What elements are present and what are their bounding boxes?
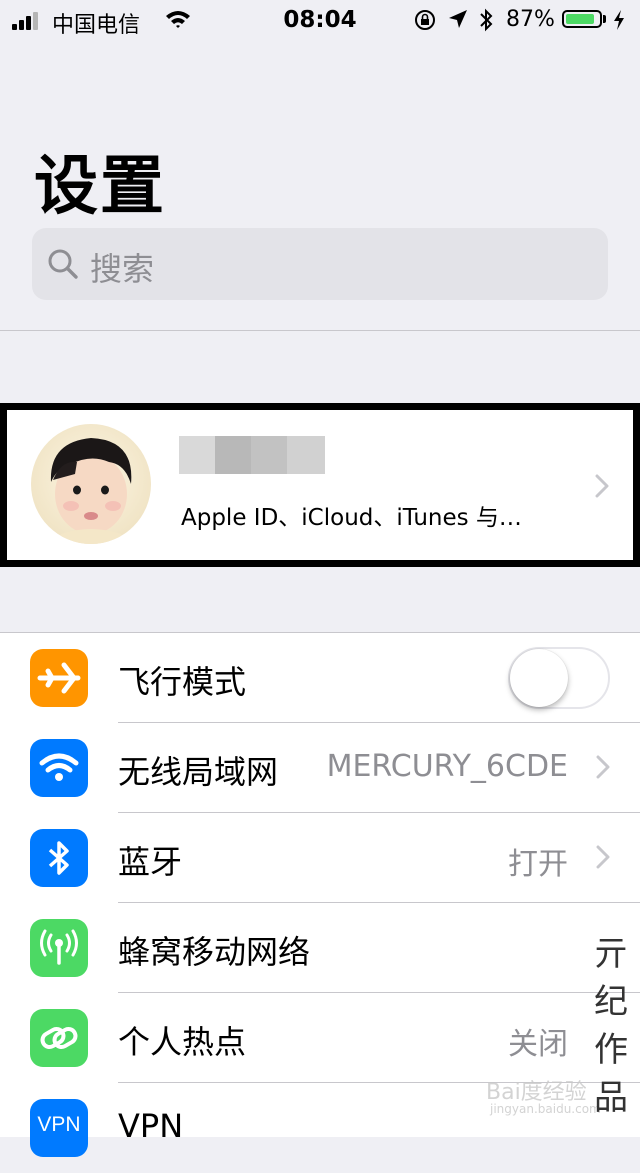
battery-level-fill [566, 14, 594, 24]
row-label: 蓝牙 [118, 843, 183, 881]
hotspot-icon [30, 1009, 88, 1067]
antenna-icon [30, 919, 88, 977]
apple-id-profile-row[interactable]: Apple ID、iCloud、iTunes 与… [0, 403, 640, 567]
wifi-icon [30, 739, 88, 797]
row-label: 无线局域网 [118, 753, 279, 791]
vpn-icon: VPN [30, 1099, 88, 1157]
airplane-icon [30, 649, 88, 707]
search-icon [48, 249, 78, 279]
bluetooth-status-icon [480, 8, 493, 32]
battery-icon [562, 10, 602, 28]
hotspot-status-value: 关闭 [508, 1027, 568, 1062]
airplane-mode-toggle[interactable] [508, 647, 610, 709]
row-personal-hotspot[interactable]: 个人热点 关闭 [0, 993, 640, 1083]
settings-group: 飞行模式 无线局域网 MERCURY_6CDE 蓝牙 打开 蜂窝移动网络 个人热… [0, 632, 640, 1157]
bluetooth-icon [30, 829, 88, 887]
profile-subtitle: Apple ID、iCloud、iTunes 与… [181, 505, 522, 531]
battery-tip [603, 15, 606, 23]
bluetooth-status-value: 打开 [508, 847, 568, 882]
profile-name-redacted [179, 436, 325, 474]
author-watermark: 亓 纪 作 品 [586, 930, 636, 1136]
baidu-jingyan-url: jingyan.baidu.com [490, 1102, 601, 1116]
row-airplane-mode: 飞行模式 [0, 633, 640, 723]
row-wifi[interactable]: 无线局域网 MERCURY_6CDE [0, 723, 640, 813]
watermark-char: 亓 [594, 934, 628, 974]
row-bluetooth[interactable]: 蓝牙 打开 [0, 813, 640, 903]
location-arrow-icon [449, 10, 467, 28]
toggle-knob [510, 649, 568, 707]
divider [0, 330, 640, 331]
battery-percent: 87% [506, 7, 555, 32]
charging-bolt-icon [614, 10, 624, 30]
watermark-char: 品 [594, 1078, 628, 1118]
watermark-char: 作 [594, 1030, 628, 1070]
search-field[interactable]: 搜索 [32, 228, 608, 300]
row-label: 蜂窝移动网络 [118, 933, 311, 971]
page-title: 设置 [34, 150, 166, 224]
avatar [31, 424, 151, 544]
vpn-icon-text: VPN [37, 1113, 81, 1136]
chevron-right-icon [596, 845, 610, 869]
row-label: 飞行模式 [118, 663, 247, 701]
chevron-right-icon [596, 755, 610, 779]
chevron-right-icon [595, 474, 609, 498]
watermark-char: 纪 [594, 982, 628, 1022]
status-bar: 中国电信 08:04 87% [0, 0, 640, 40]
wifi-network-value: MERCURY_6CDE [326, 749, 568, 784]
search-placeholder: 搜索 [90, 250, 155, 288]
row-label: 个人热点 [118, 1023, 247, 1061]
row-label: VPN [118, 1107, 184, 1145]
rotation-lock-icon [415, 10, 435, 30]
row-cellular[interactable]: 蜂窝移动网络 [0, 903, 640, 993]
